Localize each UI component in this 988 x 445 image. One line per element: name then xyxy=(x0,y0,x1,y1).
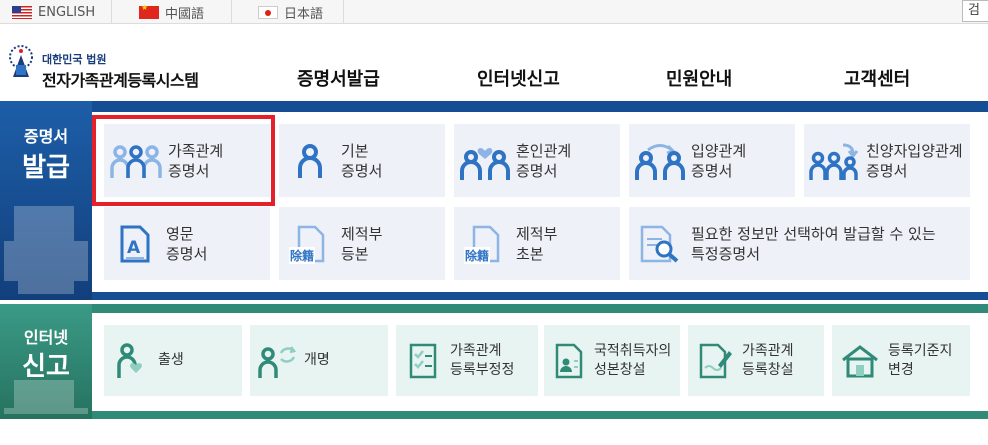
issue-title-small: 증명서 xyxy=(23,127,69,146)
full-adoption-icon xyxy=(804,141,866,181)
tile-label: 친양자입양관계 증명서 xyxy=(866,141,963,180)
house-icon xyxy=(832,344,888,378)
tile-birth-report[interactable]: 출생 xyxy=(104,325,242,396)
svg-text:A: A xyxy=(127,238,141,258)
removal-register-icon: 除籍 xyxy=(454,225,516,264)
removal-badge: 除籍 xyxy=(464,246,491,264)
tile-label: 가족관계 등록창설 xyxy=(742,342,794,378)
doc-search-icon xyxy=(629,225,691,263)
lang-label: 日本語 xyxy=(284,6,324,22)
tile-removal-register-copy[interactable]: 除籍 제적부 등본 xyxy=(279,207,445,280)
tile-register-creation[interactable]: 가족관계 등록창설 xyxy=(688,325,824,396)
rename-icon xyxy=(250,343,304,379)
tile-label: 제적부 초본 xyxy=(516,224,558,263)
tile-label: 기본 증명서 xyxy=(341,141,383,180)
tile-removal-register-extract[interactable]: 除籍 제적부 초본 xyxy=(454,207,620,280)
laptop-illustration-icon xyxy=(4,380,88,414)
english-doc-icon: A xyxy=(104,225,166,263)
site-header: 대한민국 법원 전자가족관계등록시스템 증명서발급 인터넷신고 민원안내 고객센… xyxy=(0,25,988,101)
issue-side-banner: 증명서 발급 xyxy=(0,101,92,300)
lang-chinese-link[interactable]: 中國語 xyxy=(112,0,232,24)
search-button[interactable]: 검 xyxy=(962,0,988,22)
tile-specific-certificate[interactable]: 필요한 정보만 선택하여 발급할 수 있는 특정증명서 xyxy=(629,207,970,280)
doc-pen-icon xyxy=(688,343,742,379)
tile-register-correction[interactable]: 가족관계 등록부정정 xyxy=(396,325,538,396)
tile-label: 필요한 정보만 선택하여 발급할 수 있는 특정증명서 xyxy=(691,224,936,263)
tile-english-certificate[interactable]: A 영문 증명서 xyxy=(104,207,270,280)
logo-subtitle: 대한민국 법원 xyxy=(42,53,107,66)
court-emblem-icon[interactable] xyxy=(6,43,36,83)
adoption-icon xyxy=(629,141,691,181)
tile-label: 제적부 등본 xyxy=(341,224,383,263)
birth-icon xyxy=(104,342,158,379)
tile-full-adoption-certificate[interactable]: 친양자입양관계 증명서 xyxy=(804,124,970,197)
tile-naturalized-surname-creation[interactable]: 국적취득자의 성본창설 xyxy=(544,325,680,396)
removal-badge: 除籍 xyxy=(289,246,316,264)
nav-civil-guide[interactable]: 민원안내 xyxy=(666,65,732,91)
japan-flag-icon xyxy=(258,5,278,19)
tile-label: 혼인관계 증명서 xyxy=(516,141,572,180)
tile-basic-certificate[interactable]: 기본 증명서 xyxy=(279,124,445,197)
tile-name-change-report[interactable]: 개명 xyxy=(250,325,388,396)
lang-label: 中國語 xyxy=(165,6,205,22)
tile-label: 등록기준지 변경 xyxy=(888,342,953,378)
language-bar: ENGLISH 中國語 日本語 검 xyxy=(0,0,988,24)
china-flag-icon xyxy=(139,3,159,19)
nav-certificate-issue[interactable]: 증명서발급 xyxy=(297,65,380,91)
person-icon xyxy=(279,143,341,179)
tile-label: 출생 xyxy=(158,352,184,368)
lang-label: ENGLISH xyxy=(38,4,96,20)
tile-label: 입양관계 증명서 xyxy=(691,141,747,180)
removal-register-icon: 除籍 xyxy=(279,225,341,264)
report-title-small: 인터넷 xyxy=(23,328,69,347)
printer-illustration-icon xyxy=(4,206,88,294)
site-title[interactable]: 전자가족관계등록시스템 xyxy=(42,67,199,91)
tile-label: 개명 xyxy=(304,352,330,368)
tile-label: 가족관계 등록부정정 xyxy=(450,342,515,378)
checklist-icon xyxy=(396,343,450,379)
tile-family-relation-certificate[interactable]: 가족관계 증명서 xyxy=(104,124,270,197)
tile-label: 영문 증명서 xyxy=(166,224,208,263)
lang-english-link[interactable]: ENGLISH xyxy=(0,0,112,24)
family-icon xyxy=(104,143,168,179)
tile-adoption-certificate[interactable]: 입양관계 증명서 xyxy=(629,124,795,197)
lang-japanese-link[interactable]: 日本語 xyxy=(232,0,344,24)
report-side-banner: 인터넷 신고 xyxy=(0,304,92,419)
id-doc-icon xyxy=(544,343,594,379)
tile-label: 가족관계 증명서 xyxy=(168,141,224,180)
marriage-icon xyxy=(454,141,516,181)
nav-customer-center[interactable]: 고객센터 xyxy=(844,65,910,91)
tile-marriage-certificate[interactable]: 혼인관계 증명서 xyxy=(454,124,620,197)
nav-internet-report[interactable]: 인터넷신고 xyxy=(477,65,560,91)
us-flag-icon xyxy=(12,5,32,19)
tile-registration-base-change[interactable]: 등록기준지 변경 xyxy=(832,325,970,396)
issue-title-big: 발급 xyxy=(22,153,70,183)
tile-label: 국적취득자의 성본창설 xyxy=(594,342,672,378)
